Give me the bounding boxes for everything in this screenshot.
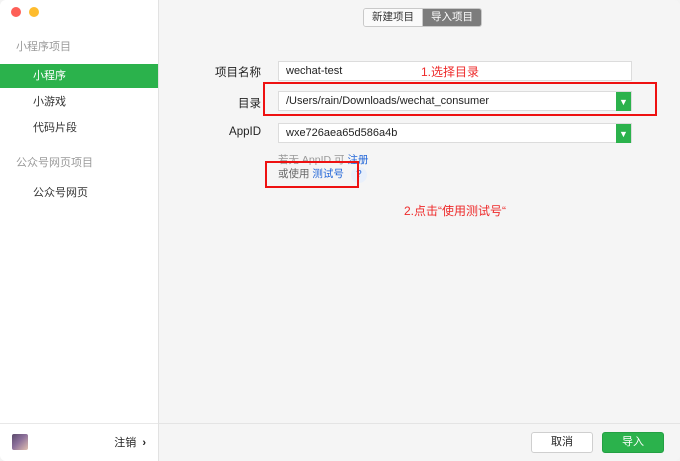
- sidebar: 小程序项目 小程序 小游戏 代码片段 公众号网页项目 公众号网页 注销 ›: [0, 0, 159, 461]
- bottom-action-bar: 取消 导入: [159, 423, 680, 461]
- close-window-button[interactable]: [11, 7, 21, 17]
- import-button[interactable]: 导入: [602, 432, 664, 453]
- sidebar-item-official-webpage[interactable]: 公众号网页: [0, 181, 158, 205]
- chevron-right-icon: ›: [142, 437, 146, 449]
- appid-label: AppID: [229, 126, 261, 138]
- sidebar-item-miniprogram[interactable]: 小程序: [0, 64, 158, 88]
- sidebar-section-official-account: 公众号网页项目: [16, 157, 93, 169]
- main-panel: 新建项目 导入项目 项目名称 wechat-test 1.选择目录 目录 /Us…: [159, 0, 680, 461]
- sidebar-section-miniprogram: 小程序项目: [16, 41, 71, 53]
- sidebar-item-code-snippet[interactable]: 代码片段: [0, 116, 158, 140]
- annotation-box-test-account: [265, 161, 359, 188]
- sidebar-footer: 注销 ›: [0, 423, 158, 461]
- appid-dropdown-button[interactable]: ▼: [616, 124, 631, 143]
- appid-input[interactable]: wxe726aea65d586a4b ▼: [278, 123, 632, 143]
- logout-button[interactable]: 注销 ›: [114, 434, 146, 450]
- chevron-down-icon: ▼: [619, 128, 628, 139]
- window-controls: [11, 7, 39, 17]
- minimize-window-button[interactable]: [29, 7, 39, 17]
- annotation-step2: 2.点击“使用测试号“: [404, 204, 507, 218]
- annotation-box-directory: [263, 82, 657, 116]
- directory-label: 目录: [238, 98, 261, 110]
- annotation-step1: 1.选择目录: [421, 65, 480, 79]
- tab-new-project[interactable]: 新建项目: [364, 9, 423, 26]
- tab-import-project[interactable]: 导入项目: [423, 9, 481, 26]
- logout-label: 注销: [114, 437, 137, 449]
- project-mode-tabs: 新建项目 导入项目: [363, 8, 482, 27]
- appid-value: wxe726aea65d586a4b: [286, 127, 398, 139]
- cancel-button[interactable]: 取消: [531, 432, 593, 453]
- import-project-window: 小程序项目 小程序 小游戏 代码片段 公众号网页项目 公众号网页 注销 › 新建…: [0, 0, 680, 461]
- sidebar-item-minigame[interactable]: 小游戏: [0, 90, 158, 114]
- avatar: [12, 434, 28, 450]
- project-name-label: 项目名称: [215, 67, 261, 79]
